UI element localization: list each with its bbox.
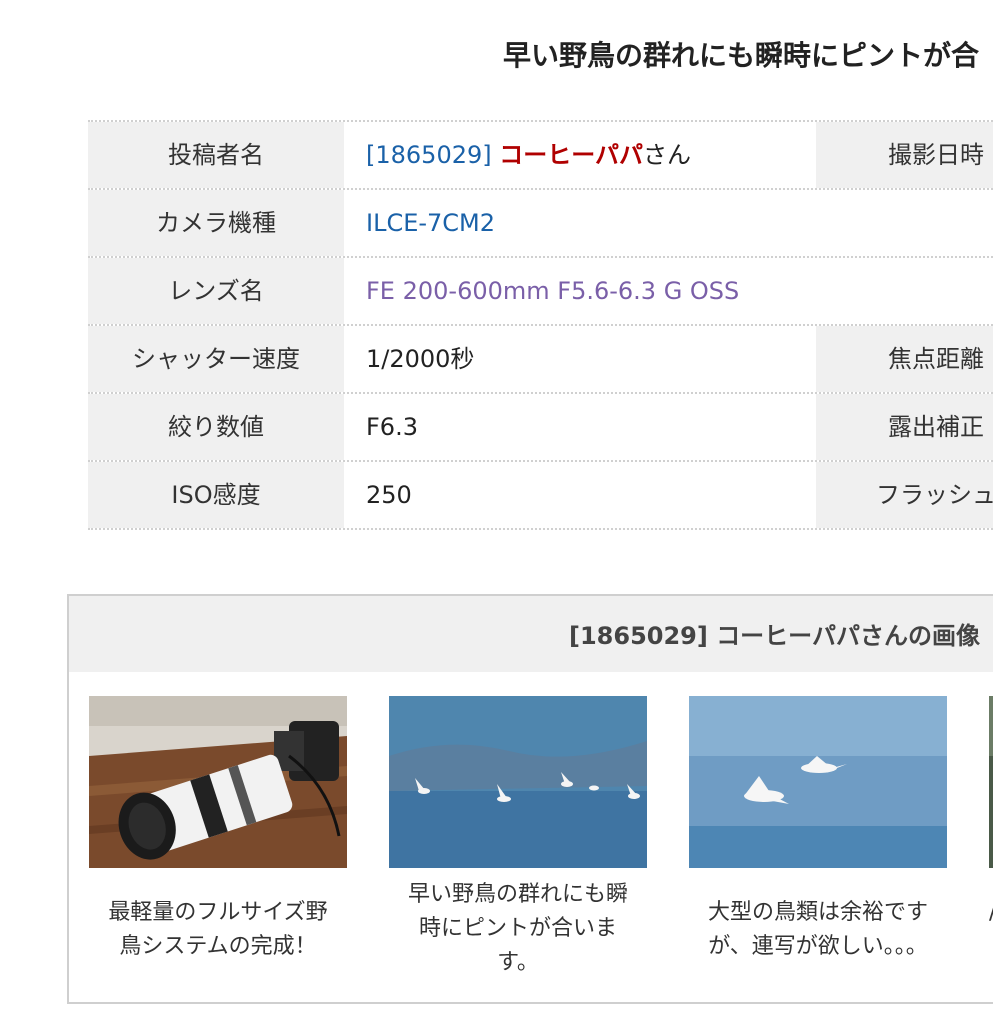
thumbnail-bird-flock[interactable] — [389, 696, 647, 868]
iso-label: ISO感度 — [88, 462, 344, 528]
caption-2: 早い野鳥の群れにも瞬 時にピントが合いま す。 — [389, 878, 647, 980]
info-row-poster: 投稿者名 [1865029] コーヒーパパさん 撮影日時 — [88, 122, 993, 190]
gallery-title: [1865029] コーヒーパパさんの画像 — [569, 622, 980, 650]
caption-2-line2: 時にピントが合いま — [418, 916, 617, 941]
caption-1: 最軽量のフルサイズ野 鳥システムの完成！ — [89, 896, 347, 964]
info-row-iso: ISO感度 250 フラッシュ — [88, 462, 993, 530]
info-row-camera: カメラ機種 ILCE-7CM2 — [88, 190, 993, 258]
large-birds-image — [689, 696, 947, 868]
thumbnail-partial[interactable] — [989, 696, 993, 868]
lens-label: レンズ名 — [88, 258, 344, 324]
info-row-shutter: シャッター速度 1/2000秒 焦点距離 — [88, 326, 993, 394]
poster-label: 投稿者名 — [88, 122, 344, 188]
aperture-label: 絞り数値 — [88, 394, 344, 460]
info-row-lens: レンズ名 FE 200-600mm F5.6-6.3 G OSS — [88, 258, 993, 326]
caption-3-line2: が、連写が欲しい。。。 — [708, 934, 928, 959]
photo-info-table: 投稿者名 [1865029] コーヒーパパさん 撮影日時 カメラ機種 ILCE-… — [88, 120, 993, 530]
caption-3-line1: 大型の鳥類は余裕です — [707, 900, 928, 925]
date-label: 撮影日時 — [816, 122, 993, 188]
shutter-label: シャッター速度 — [88, 326, 344, 392]
exposure-label: 露出補正 — [816, 394, 993, 460]
poster-value: [1865029] コーヒーパパさん — [366, 122, 806, 188]
caption-1-line2: 鳥システムの完成！ — [119, 934, 317, 959]
caption-4-line1: / — [989, 896, 993, 930]
caption-3: 大型の鳥類は余裕です が、連写が欲しい。。。 — [689, 896, 947, 964]
aperture-value: F6.3 — [366, 413, 418, 441]
thumbnail-camera-lens[interactable] — [89, 696, 347, 868]
info-row-aperture: 絞り数値 F6.3 露出補正 — [88, 394, 993, 462]
partial-image — [989, 696, 993, 868]
lens-link[interactable]: FE 200-600mm F5.6-6.3 G OSS — [366, 258, 866, 324]
thumbnail-large-birds[interactable] — [689, 696, 947, 868]
shutter-value: 1/2000秒 — [366, 345, 475, 373]
caption-1-line1: 最軽量のフルサイズ野 — [108, 900, 328, 925]
iso-value: 250 — [366, 481, 412, 509]
page: 早い野鳥の群れにも瞬時にピントが合 投稿者名 [1865029] コーヒーパパさ… — [0, 0, 993, 1024]
bird-flock-image — [389, 696, 647, 868]
gallery-header: [1865029] コーヒーパパさんの画像 — [69, 596, 993, 672]
poster-suffix: さん — [643, 141, 692, 169]
camera-label: カメラ機種 — [88, 190, 344, 256]
flash-label: フラッシュ — [816, 462, 993, 528]
poster-id-link[interactable]: [1865029] — [366, 141, 492, 169]
user-image-gallery: [1865029] コーヒーパパさんの画像 最軽量のフルサイズ野 鳥システムの完… — [67, 594, 993, 1004]
camera-link[interactable]: ILCE-7CM2 — [366, 190, 806, 256]
poster-name-link[interactable]: コーヒーパパ — [499, 141, 643, 169]
caption-2-line1: 早い野鳥の群れにも瞬 — [407, 882, 628, 907]
focal-label: 焦点距離 — [816, 326, 993, 392]
caption-2-line3: す。 — [497, 950, 539, 975]
camera-lens-image — [89, 696, 347, 868]
caption-4: / — [989, 896, 993, 930]
post-title: 早い野鳥の群れにも瞬時にピントが合 — [503, 39, 980, 72]
